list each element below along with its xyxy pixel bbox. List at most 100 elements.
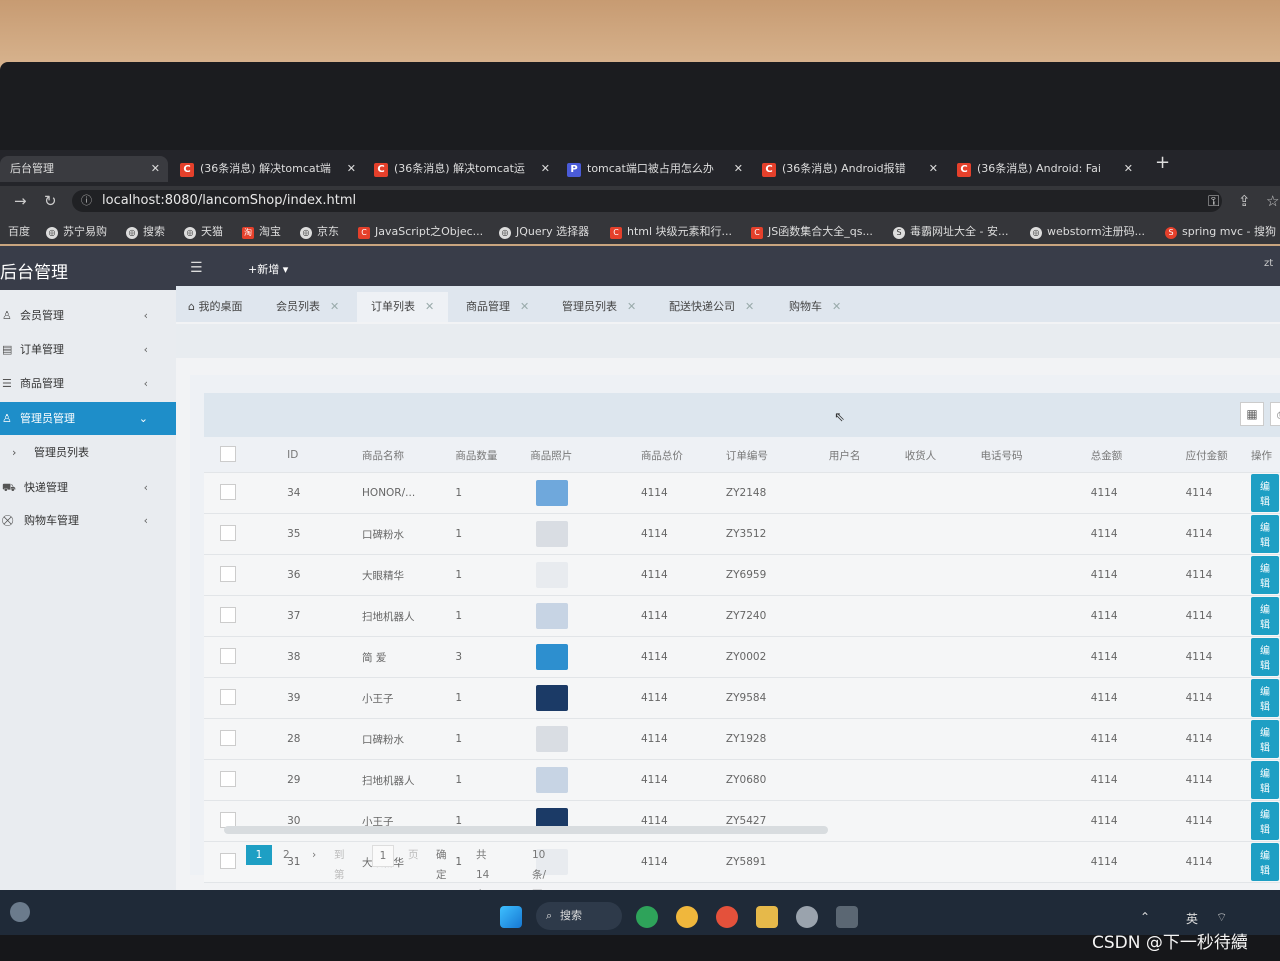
bookmark[interactable]: C JavaScript之Objec... xyxy=(358,223,483,239)
cell-id: 28 xyxy=(286,718,362,760)
windows-start-icon[interactable] xyxy=(500,906,522,928)
tab-cart[interactable]: 购物车 ✕ xyxy=(789,292,841,322)
sidebar-item-cart[interactable]: ⛒ 购物车管理 ‹ xyxy=(0,506,176,536)
sidebar-item-orders[interactable]: ▤ 订单管理 ‹ xyxy=(0,335,176,365)
row-checkbox[interactable] xyxy=(220,483,236,500)
tab-product-manage[interactable]: 商品管理 ✕ xyxy=(466,292,529,322)
page-jump-input[interactable]: 1 xyxy=(372,845,394,867)
edit-button[interactable]: 编辑 xyxy=(1251,679,1279,717)
tab-member-list[interactable]: 会员列表 ✕ xyxy=(276,292,339,322)
bookmark[interactable]: ◎ JQuery 选择器 xyxy=(499,223,589,239)
export-icon[interactable]: ⎙ xyxy=(1270,402,1280,426)
edit-button[interactable]: 编辑 xyxy=(1251,474,1279,512)
cell-order: ZY1928 xyxy=(724,718,828,760)
cell-pay: 4114 xyxy=(1184,677,1250,719)
sidebar-item-products[interactable]: ☰ 商品管理 ‹ xyxy=(0,369,176,399)
forward-icon[interactable]: → xyxy=(14,192,27,210)
product-photo xyxy=(536,644,569,670)
page-next-number[interactable]: 2 xyxy=(283,845,290,865)
user-name[interactable]: zt xyxy=(1264,258,1273,269)
tab-desktop[interactable]: ⌂ 我的桌面 xyxy=(188,292,242,322)
key-icon[interactable]: ⚿ xyxy=(1208,192,1219,210)
edit-button[interactable]: 编辑 xyxy=(1251,515,1279,553)
cell-user xyxy=(827,677,904,719)
tab-express-company[interactable]: 配送快递公司 ✕ xyxy=(669,292,754,322)
row-checkbox[interactable] xyxy=(220,688,236,705)
folder-icon[interactable] xyxy=(756,906,778,928)
bookmark[interactable]: ◎ webstorm注册码... xyxy=(1030,223,1145,239)
row-checkbox[interactable] xyxy=(220,647,236,664)
row-checkbox[interactable] xyxy=(220,852,236,869)
bookmark[interactable]: 百度 xyxy=(8,223,30,239)
chrome-icon[interactable] xyxy=(716,906,738,928)
close-icon[interactable]: ✕ xyxy=(541,156,550,182)
edit-button[interactable]: 编辑 xyxy=(1251,802,1279,840)
bookmark[interactable]: ◎ 京东 xyxy=(300,223,339,239)
bookmark[interactable]: Chtml 块级元素和行... xyxy=(610,223,732,239)
close-icon[interactable]: ✕ xyxy=(929,156,938,182)
sidebar-item-admin-list[interactable]: › 管理员列表 xyxy=(0,438,176,468)
sidebar-item-admins[interactable]: ♙ 管理员管理 ⌄ xyxy=(0,402,176,435)
edit-button[interactable]: 编辑 xyxy=(1251,638,1279,676)
settings-icon[interactable] xyxy=(796,906,818,928)
row-checkbox[interactable] xyxy=(220,770,236,787)
input-language[interactable]: 英 xyxy=(1186,910,1198,927)
row-checkbox[interactable] xyxy=(220,565,236,582)
next-page-icon[interactable]: › xyxy=(312,845,316,865)
close-icon[interactable]: ✕ xyxy=(151,156,160,182)
cell-amount: 4114 xyxy=(1089,513,1185,555)
edit-button[interactable]: 编辑 xyxy=(1251,761,1279,799)
reload-icon[interactable]: ↻ xyxy=(44,192,57,210)
cell-receiver xyxy=(903,636,980,678)
browser-tab[interactable]: C (36条消息) Android: Fai ✕ xyxy=(957,156,1133,182)
wechat-icon[interactable] xyxy=(636,906,658,928)
edit-button[interactable]: 编辑 xyxy=(1251,556,1279,594)
new-tab-button[interactable]: + xyxy=(1155,152,1170,173)
weather-icon[interactable] xyxy=(10,902,30,922)
tab-order-list[interactable]: 订单列表 ✕ xyxy=(357,292,449,322)
address-bar[interactable]: ⓘ localhost:8080/lancomShop/index.html xyxy=(72,190,1222,212)
columns-filter-icon[interactable]: ▦ xyxy=(1240,402,1264,426)
bookmark[interactable]: Sspring mvc - 搜狗 xyxy=(1165,223,1276,239)
sidebar-item-express[interactable]: ⛟ 快递管理 ‹ xyxy=(0,473,176,503)
star-icon[interactable]: ☆ xyxy=(1266,192,1279,210)
taskbar-search[interactable]: ⌕ 搜索 xyxy=(536,902,622,930)
wifi-icon[interactable]: ⌔ xyxy=(1216,910,1227,925)
tab-admin-list[interactable]: 管理员列表 ✕ xyxy=(562,292,636,322)
tray-chevron-icon[interactable]: ⌃ xyxy=(1140,910,1150,924)
user-icon: ♙ xyxy=(2,412,12,425)
close-icon[interactable]: ✕ xyxy=(734,156,743,182)
cell-phone xyxy=(979,841,1090,883)
page-current[interactable]: 1 xyxy=(246,845,272,865)
page-confirm-button[interactable]: 确定 xyxy=(436,845,447,885)
browser-tab-active[interactable]: 后台管理 ✕ xyxy=(0,156,168,182)
sidebar-item-members[interactable]: ♙ 会员管理 ‹ xyxy=(0,301,176,331)
edit-button[interactable]: 编辑 xyxy=(1251,843,1279,881)
browser-tab[interactable]: C (36条消息) Android报错 ✕ xyxy=(762,156,938,182)
bookmark[interactable]: ◎ 天猫 xyxy=(184,223,223,239)
bookmark[interactable]: C JS函数集合大全_qs... xyxy=(751,223,873,239)
row-checkbox[interactable] xyxy=(220,524,236,541)
bookmark[interactable]: ◎ 搜索 xyxy=(126,223,165,239)
close-icon[interactable]: ✕ xyxy=(347,156,356,182)
share-icon[interactable]: ⇪ xyxy=(1238,192,1251,210)
row-checkbox[interactable] xyxy=(220,606,236,623)
edit-button[interactable]: 编辑 xyxy=(1251,720,1279,758)
browser-tab[interactable]: C (36条消息) 解决tomcat端 ✕ xyxy=(180,156,356,182)
cell-total: 4114 xyxy=(639,718,725,760)
cell-id: 35 xyxy=(286,513,362,555)
browser-tab[interactable]: C (36条消息) 解决tomcat运 ✕ xyxy=(374,156,550,182)
menu-toggle-icon[interactable]: ☰ xyxy=(190,260,203,276)
bookmark[interactable]: 淘淘宝 xyxy=(242,223,281,239)
add-new-dropdown[interactable]: +新增 ▾ xyxy=(248,261,288,277)
terminal-icon[interactable] xyxy=(836,906,858,928)
horizontal-scrollbar[interactable] xyxy=(224,826,828,834)
edit-button[interactable]: 编辑 xyxy=(1251,597,1279,635)
bookmark[interactable]: S 毒霸网址大全 - 安... xyxy=(893,223,1008,239)
select-all-checkbox[interactable] xyxy=(220,445,236,462)
browser-icon[interactable] xyxy=(676,906,698,928)
close-icon[interactable]: ✕ xyxy=(1124,156,1133,182)
browser-tab[interactable]: Ptomcat端口被占用怎么办 ✕ xyxy=(567,156,743,182)
row-checkbox[interactable] xyxy=(220,729,236,746)
bookmark[interactable]: ◎ 苏宁易购 xyxy=(46,223,107,239)
